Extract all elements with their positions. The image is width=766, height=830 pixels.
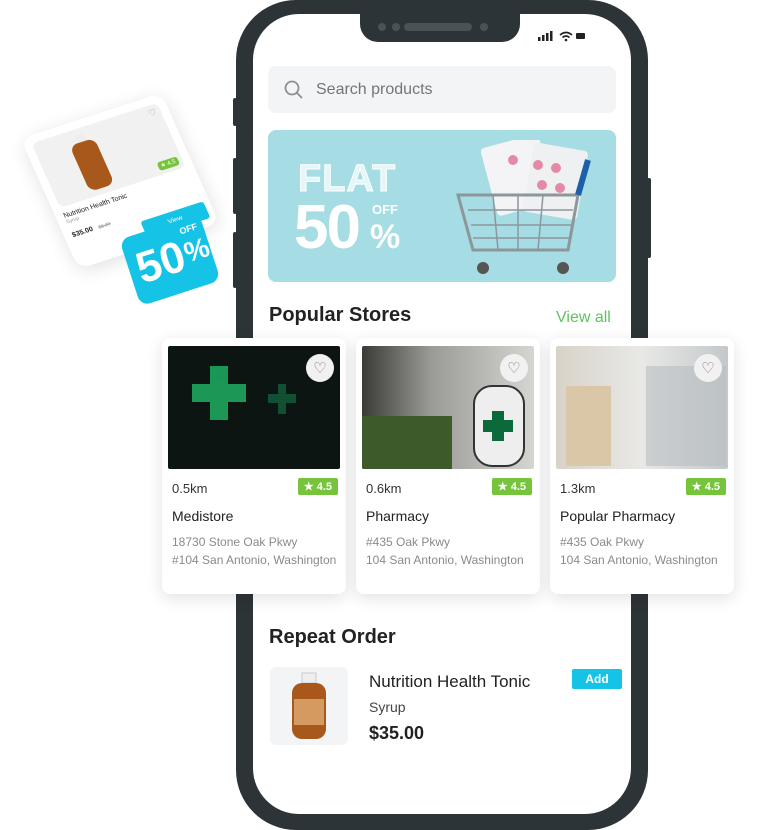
search-icon: [284, 80, 303, 99]
store-card[interactable]: ♡ 0.6km ★ 4.5 Pharmacy #435 Oak Pkwy 104 …: [356, 338, 540, 594]
mute-button: [233, 98, 237, 126]
power-button: [647, 178, 651, 258]
signal-icon: [538, 37, 541, 41]
store-name: Medistore: [172, 508, 234, 524]
favorite-heart-icon[interactable]: ♡: [306, 354, 334, 382]
rating-badge: ★ 4.5: [297, 478, 338, 495]
volume-up-button: [233, 158, 237, 214]
shopping-cart-image: [456, 140, 591, 274]
store-image: ♡: [556, 346, 728, 469]
search-input[interactable]: [316, 80, 523, 99]
mini-price: $35.00: [71, 226, 95, 240]
product-type: Syrup: [369, 699, 406, 715]
repeat-order-title: Repeat Order: [269, 626, 396, 648]
volume-down-button: [233, 232, 237, 288]
promo-banner[interactable]: FLAT 50 OFF %: [268, 130, 616, 282]
mini-old-price: $5.99: [97, 221, 112, 231]
store-card[interactable]: ♡ 0.5km ★ 4.5 Medistore 18730 Stone Oak …: [162, 338, 346, 594]
add-button[interactable]: Add: [572, 669, 622, 689]
banner-percent: %: [370, 218, 401, 256]
store-distance: 0.6km: [366, 481, 402, 496]
notch: [360, 14, 520, 42]
store-address: #435 Oak Pkwy 104 San Antonio, Washington: [366, 535, 524, 567]
favorite-heart-icon[interactable]: ♡: [500, 354, 528, 382]
popular-stores-title: Popular Stores: [269, 304, 412, 326]
store-name: Popular Pharmacy: [560, 508, 676, 524]
product-name: Nutrition Health Tonic: [369, 672, 531, 691]
store-distance: 1.3km: [560, 481, 596, 496]
wifi-icon: [559, 31, 573, 39]
favorite-heart-icon[interactable]: ♡: [694, 354, 722, 382]
store-name: Pharmacy: [366, 508, 430, 524]
banner-50: 50: [294, 193, 361, 262]
star-icon: ★: [497, 481, 508, 493]
store-image: ♡: [168, 346, 340, 469]
store-image: ♡: [362, 346, 534, 469]
rating-badge: ★ 4.5: [685, 478, 726, 495]
status-bar: [538, 30, 586, 45]
store-distance: 0.5km: [172, 481, 208, 496]
store-address: #435 Oak Pkwy 104 San Antonio, Washington: [560, 535, 718, 567]
battery-icon: [576, 33, 585, 39]
banner-off: OFF: [372, 202, 398, 217]
star-icon: ★: [303, 481, 314, 493]
store-address: 18730 Stone Oak Pkwy #104 San Antonio, Wa…: [172, 535, 337, 567]
product-image: [270, 667, 348, 745]
product-price: $35.00: [369, 723, 425, 743]
search-bar[interactable]: [268, 66, 616, 113]
store-card[interactable]: ♡ 1.3km ★ 4.5 Popular Pharmacy #435 Oak …: [550, 338, 734, 594]
star-icon: ★: [691, 481, 702, 493]
rating-badge: ★ 4.5: [491, 478, 532, 495]
view-all-link[interactable]: View all: [556, 309, 611, 327]
